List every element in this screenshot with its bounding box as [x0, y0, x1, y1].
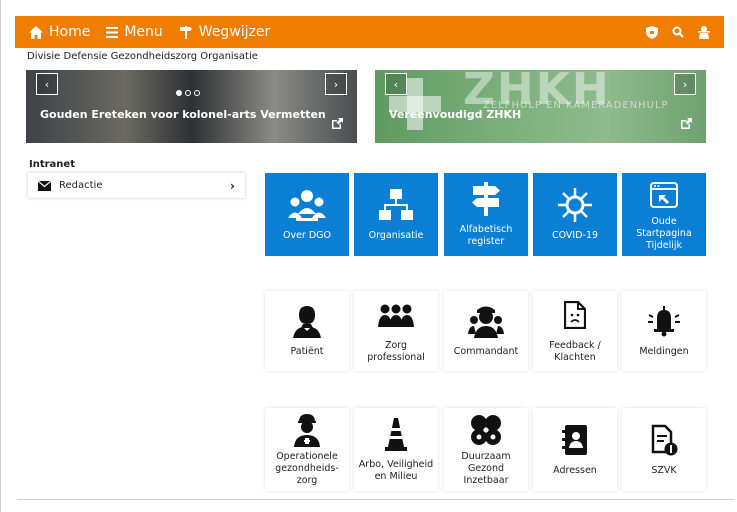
feedback-document-icon: [564, 301, 586, 329]
carousel-next-button[interactable]: ›: [325, 73, 347, 95]
tile-covid-19[interactable]: COVID-19: [533, 173, 617, 256]
clover-icon: [471, 414, 501, 445]
nav-wegwijzer-label: Wegwijzer: [198, 24, 271, 40]
nav-menu[interactable]: Menu: [106, 24, 163, 40]
tile-label: Oude Startpagina Tijdelijk: [636, 215, 692, 251]
tile-over-dgo[interactable]: Over DGO: [265, 173, 349, 256]
page-bottom-divider: [17, 499, 734, 500]
home-icon: [29, 25, 43, 39]
signpost-icon: [472, 181, 500, 216]
tile-label: Feedback / Klachten: [549, 340, 601, 363]
commander-icon: [468, 306, 504, 338]
alarm-bell-icon: [648, 306, 680, 337]
signpost-icon: [179, 26, 192, 39]
tile-meldingen[interactable]: Meldingen: [622, 291, 706, 371]
tile-label: Operationele gezondheids-zorg: [275, 450, 339, 486]
tile-label: SZVK: [651, 464, 677, 476]
top-right-actions: [646, 25, 710, 39]
news-banner-2[interactable]: ZHKH ZELFHULP EN KAMERADENHULP ‹ › Veree…: [375, 70, 706, 143]
intranet-heading: Intranet: [29, 159, 75, 170]
hamburger-icon: [106, 26, 119, 38]
search-icon[interactable]: [672, 26, 684, 38]
tile-label: Zorg professional: [367, 340, 425, 363]
page: Home Menu Wegwijzer Divisie Defensie Gez…: [0, 0, 737, 512]
tile-label: Commandant: [453, 346, 519, 357]
org-chart-icon: [379, 188, 413, 220]
patient-icon: [293, 306, 321, 338]
care-team-icon: [378, 304, 414, 327]
tile-alfabetisch-register[interactable]: Alfabetisch register: [444, 173, 528, 256]
tile-operationele-gezondheidszorg[interactable]: Operationele gezondheids-zorg: [265, 408, 349, 491]
intranet-item-redactie[interactable]: Redactie ›: [28, 173, 245, 198]
carousel-prev-button[interactable]: ‹: [385, 73, 407, 95]
carousel-dots: [176, 90, 200, 96]
tile-szvk[interactable]: SZVK: [622, 408, 706, 491]
address-book-icon: [562, 424, 587, 455]
document-money-icon: [651, 424, 678, 455]
tile-feedback-klachten[interactable]: Feedback / Klachten: [533, 291, 617, 371]
tile-patient[interactable]: Patiënt: [265, 291, 349, 371]
carousel-dot[interactable]: [176, 90, 182, 96]
doctors-group-icon: [288, 189, 326, 221]
virus-icon: [558, 187, 592, 222]
tile-commandant[interactable]: Commandant: [444, 291, 528, 371]
banner-title[interactable]: Vereenvoudigd ZHKH: [389, 108, 521, 121]
organisation-name: Divisie Defensie Gezondheidszorg Organis…: [27, 51, 258, 62]
tile-arbo-veiligheid-milieu[interactable]: Arbo, Veiligheid en Milieu: [354, 408, 438, 491]
carousel-dot[interactable]: [185, 90, 191, 96]
nav-wegwijzer[interactable]: Wegwijzer: [179, 24, 270, 40]
shield-icon[interactable]: [646, 25, 658, 39]
tile-label: Duurzaam Gezond Inzetbaar: [461, 450, 511, 486]
tile-zorg-professional[interactable]: Zorg professional: [354, 291, 438, 371]
tile-label: Adressen: [553, 464, 597, 476]
chevron-right-icon: ›: [230, 178, 235, 193]
tile-label: Alfabetisch register: [459, 223, 513, 247]
nav-menu-label: Menu: [124, 24, 163, 40]
nav-home[interactable]: Home: [29, 24, 90, 40]
carousel-dot[interactable]: [194, 90, 200, 96]
news-banner-1[interactable]: ‹ › Gouden Ereteken voor kolonel-arts Ve…: [26, 70, 357, 143]
tile-organisatie[interactable]: Organisatie: [354, 173, 438, 256]
tile-oude-startpagina[interactable]: Oude Startpagina Tijdelijk: [622, 173, 706, 256]
tile-adressen[interactable]: Adressen: [533, 408, 617, 491]
browser-window-icon: [650, 181, 678, 208]
top-nav-bar: Home Menu Wegwijzer: [15, 16, 724, 48]
tile-label: Over DGO: [282, 229, 332, 241]
external-link-icon[interactable]: [332, 118, 343, 129]
tile-label: COVID-19: [551, 229, 599, 241]
tile-label: Organisatie: [368, 229, 424, 241]
banner-title[interactable]: Gouden Ereteken voor kolonel-arts Vermet…: [40, 108, 326, 121]
traffic-cone-icon: [385, 417, 407, 451]
tile-duurzaam-gezond-inzetbaar[interactable]: Duurzaam Gezond Inzetbaar: [444, 408, 528, 491]
carousel-prev-button[interactable]: ‹: [36, 73, 58, 95]
tile-label: Arbo, Veiligheid en Milieu: [358, 458, 434, 482]
envelope-icon: [38, 180, 51, 191]
carousel-next-button[interactable]: ›: [674, 73, 696, 95]
intranet-item-label: Redactie: [59, 180, 103, 191]
external-link-icon[interactable]: [681, 118, 692, 129]
profile-icon[interactable]: [698, 25, 710, 39]
tile-label: Patiënt: [290, 346, 324, 357]
tile-label: Meldingen: [639, 346, 689, 357]
nav-home-label: Home: [49, 24, 91, 40]
soldier-icon: [294, 413, 320, 447]
